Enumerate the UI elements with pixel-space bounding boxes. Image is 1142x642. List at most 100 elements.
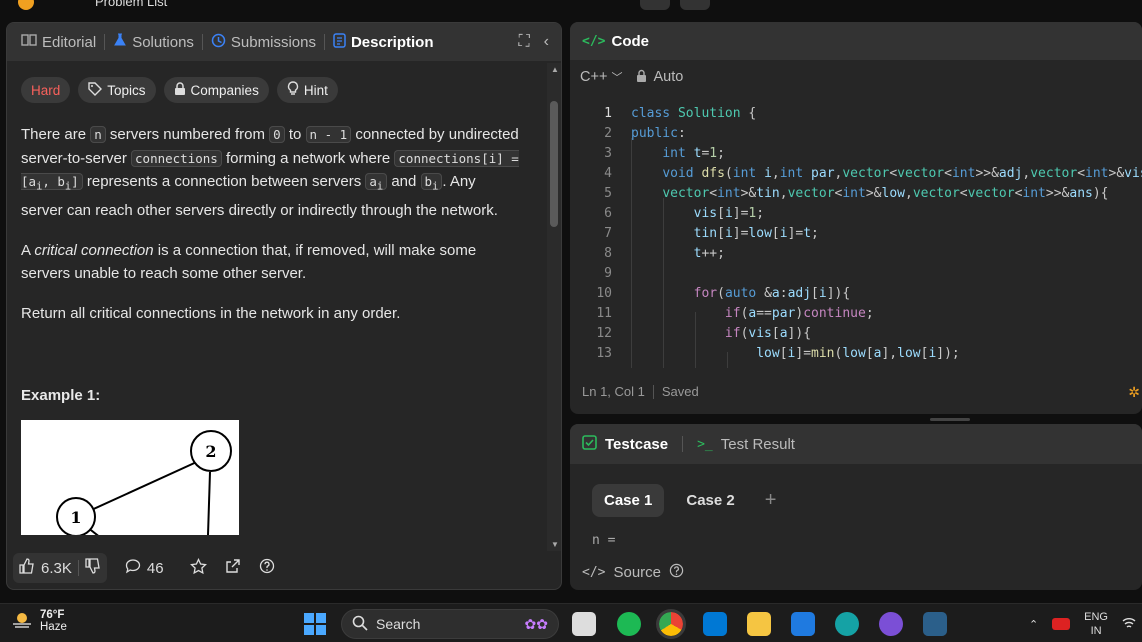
- tab-submissions-label: Submissions: [230, 33, 316, 51]
- code-brackets-icon: </>: [582, 565, 606, 580]
- vote-divider: [77, 560, 79, 576]
- expand-icon[interactable]: ⛶: [518, 33, 529, 51]
- weather-haze-icon: [10, 610, 34, 633]
- chevron-down-icon: ﹀: [611, 72, 623, 84]
- case-2-tab[interactable]: Case 2: [674, 484, 746, 517]
- topics-chip[interactable]: Topics: [78, 77, 156, 103]
- weather-widget[interactable]: 76°F Haze: [10, 609, 67, 633]
- tab-solutions[interactable]: Solutions: [107, 33, 200, 51]
- indent-guide: [663, 198, 664, 368]
- hint-label: Hint: [303, 82, 328, 98]
- tab-divider: [201, 34, 203, 50]
- tab-description-label: Description: [350, 33, 434, 51]
- description-paragraph-1: There are n servers numbered from 0 to n…: [21, 123, 521, 223]
- wifi-icon[interactable]: [1122, 616, 1136, 633]
- vote-box: 6.3K: [13, 553, 107, 583]
- testcase-panel: Testcase >_ Test Result Case 1 Case 2 + …: [570, 424, 1142, 590]
- tray-app-icon[interactable]: [1052, 618, 1071, 630]
- auto-mode[interactable]: Auto: [636, 69, 683, 86]
- code-line: for(auto &a:adj[i]){: [693, 286, 851, 301]
- leetcode-logo-icon[interactable]: [18, 0, 34, 10]
- code-line: if(vis[a]){: [724, 326, 812, 341]
- left-tabbar: Editorial Solutions Submissions Descript…: [7, 23, 561, 61]
- comments-button[interactable]: 46: [125, 558, 164, 578]
- description-paragraph-2: A critical connection is a connection th…: [21, 239, 521, 286]
- sparkle-icon[interactable]: ✲: [1128, 384, 1140, 401]
- checkbox-icon: [582, 434, 597, 454]
- source-button[interactable]: </> Source: [582, 563, 684, 582]
- tab-description[interactable]: Description: [327, 32, 440, 52]
- language-select[interactable]: C++ ﹀: [580, 69, 622, 85]
- text: to: [284, 126, 306, 143]
- testcase-header: Testcase >_ Test Result: [570, 424, 1142, 464]
- code-line: vis[i]=1;: [693, 206, 765, 221]
- chevron-up-icon[interactable]: ⌃: [1029, 618, 1038, 631]
- code-line: int t=1;: [662, 146, 725, 161]
- tab-divider: [682, 436, 684, 452]
- favorite-button[interactable]: [189, 557, 207, 579]
- topbar-button-right[interactable]: [680, 0, 710, 10]
- thumbs-up-icon[interactable]: [19, 558, 35, 578]
- panel-resize-handle[interactable]: [930, 418, 970, 421]
- windows-start-icon[interactable]: [303, 612, 327, 636]
- line-number: 6: [604, 206, 612, 221]
- subscript: i: [376, 180, 384, 193]
- app-icon[interactable]: [923, 612, 947, 636]
- edge-icon[interactable]: [835, 612, 859, 636]
- comments-count: 46: [146, 559, 164, 577]
- scrollbar-thumb[interactable]: [550, 101, 558, 227]
- github-icon[interactable]: [879, 612, 903, 636]
- task-view-icon[interactable]: [572, 612, 596, 636]
- help-button[interactable]: [259, 558, 275, 578]
- mail-icon[interactable]: [791, 612, 815, 636]
- hint-chip[interactable]: Hint: [276, 77, 338, 103]
- thumbs-down-icon[interactable]: [85, 558, 101, 578]
- line-number: 2: [604, 126, 612, 141]
- weather-desc: Haze: [40, 621, 67, 633]
- code-text: a: [369, 174, 377, 189]
- line-number: 11: [596, 306, 612, 321]
- language-label: C++: [580, 69, 608, 85]
- code-line: public:: [631, 126, 686, 141]
- code-line: void dfs(int i,int par,vector<vector<int…: [662, 166, 1142, 181]
- problem-list-link[interactable]: Problem List: [95, 0, 167, 9]
- lock-icon: [174, 82, 186, 98]
- file-explorer-icon[interactable]: [747, 612, 771, 636]
- code-line: tin[i]=low[i]=t;: [693, 226, 819, 241]
- language-line2: IN: [1090, 625, 1102, 637]
- tab-editorial[interactable]: Editorial: [15, 33, 102, 51]
- description-content: Hard Topics Companies Hint There are n s…: [21, 69, 541, 549]
- tab-test-result[interactable]: Test Result: [721, 436, 795, 453]
- tab-submissions[interactable]: Submissions: [205, 33, 322, 52]
- line-number: 8: [604, 246, 612, 261]
- search-highlight-icon: ✿✿: [524, 615, 548, 632]
- taskbar-search[interactable]: Search ✿✿: [341, 609, 559, 639]
- terminal-icon: >_: [697, 436, 713, 452]
- add-case-plus-icon[interactable]: +: [765, 489, 777, 512]
- star-icon: [189, 557, 207, 579]
- tag-chips: Hard Topics Companies Hint: [21, 77, 541, 103]
- lightbulb-icon: [287, 81, 299, 99]
- difficulty-badge[interactable]: Hard: [21, 77, 71, 103]
- vscode-icon[interactable]: [703, 612, 727, 636]
- scroll-up-arrow-icon[interactable]: ▲: [551, 65, 559, 74]
- code-text: b: [424, 174, 433, 189]
- chrome-icon[interactable]: [656, 609, 686, 639]
- language-indicator[interactable]: ENG IN: [1084, 610, 1108, 638]
- case-1-tab[interactable]: Case 1: [592, 484, 665, 517]
- spotify-icon[interactable]: [617, 612, 641, 636]
- code-line: class Solution {: [631, 106, 757, 121]
- share-button[interactable]: [225, 558, 241, 578]
- system-tray: ⌃ ENG IN: [1029, 610, 1142, 638]
- collapse-chevron-icon[interactable]: ‹: [544, 33, 549, 51]
- topbar-button-left[interactable]: [640, 0, 670, 10]
- description-scrollbar[interactable]: ▲ ▼: [547, 63, 561, 551]
- book-icon: [21, 33, 37, 51]
- tab-testcase[interactable]: Testcase: [605, 436, 668, 453]
- document-icon: [333, 32, 346, 52]
- description-footer: 6.3K 46: [7, 547, 561, 589]
- question-circle-icon[interactable]: [669, 563, 684, 582]
- code-editor[interactable]: 1 class Solution { 2 public: 3 int t=1; …: [570, 106, 1142, 368]
- companies-chip[interactable]: Companies: [163, 77, 269, 103]
- graph-node-label: 1: [70, 508, 81, 527]
